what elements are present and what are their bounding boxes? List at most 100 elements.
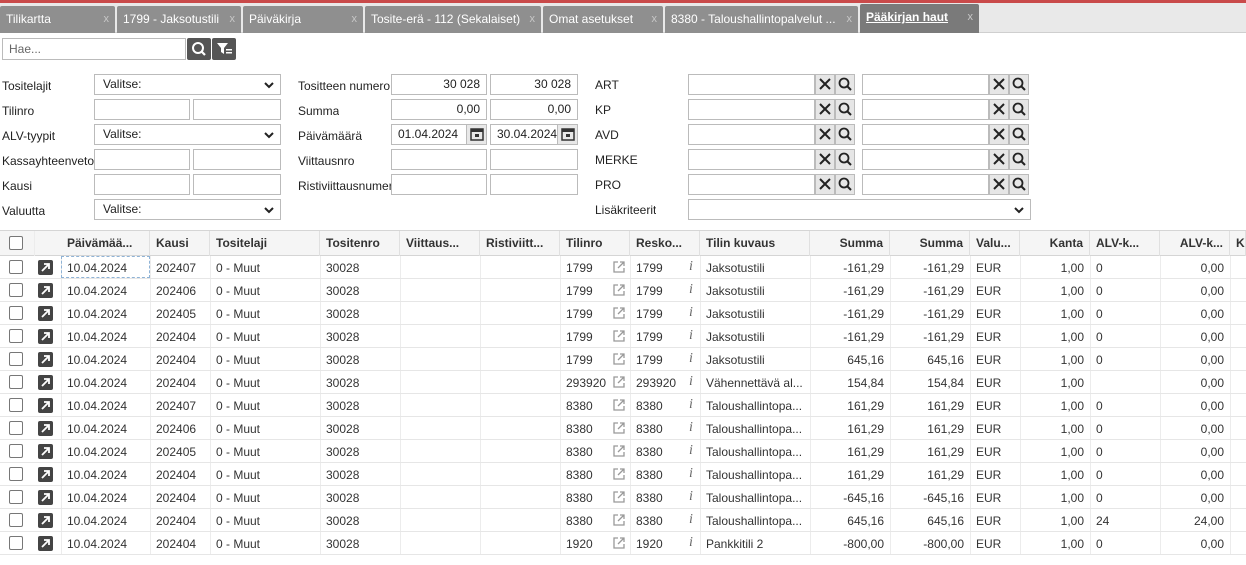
row-checkbox[interactable] [9,260,23,274]
art-from-lookup-button[interactable] [835,74,855,95]
external-link-icon[interactable] [612,375,626,389]
external-link-icon[interactable] [612,444,626,458]
external-link-icon[interactable] [612,260,626,274]
open-row-button[interactable] [38,398,53,413]
pro-to-lookup-button[interactable] [1009,174,1029,195]
col-tositelaji-header[interactable]: Tositelaji [210,231,320,256]
tilinro-from-input[interactable] [94,99,190,120]
info-icon[interactable]: i [689,489,693,505]
open-row-button[interactable] [38,421,53,436]
col-valuutta-header[interactable]: Valu... [970,231,1020,256]
art-from-clear-button[interactable] [815,74,835,95]
merke-to-clear-button[interactable] [989,149,1009,170]
info-icon[interactable]: i [689,443,693,459]
row-checkbox[interactable] [9,536,23,550]
avd-from-lookup-button[interactable] [835,124,855,145]
open-row-button[interactable] [38,329,53,344]
kp-from-input[interactable] [688,99,815,120]
table-row[interactable]: 10.04.2024 202406 0 - Muut 30028 8380 8380 Tal… [0,417,1246,440]
select-all-checkbox[interactable] [9,236,23,250]
kp-from-clear-button[interactable] [815,99,835,120]
open-row-button[interactable] [38,536,53,551]
avd-to-clear-button[interactable] [989,124,1009,145]
table-row[interactable]: 10.04.2024 202405 0 - Muut 30028 8380 8380 Tal… [0,440,1246,463]
row-checkbox[interactable] [9,421,23,435]
pro-to-clear-button[interactable] [989,174,1009,195]
info-icon[interactable]: i [689,259,693,275]
external-link-icon[interactable] [612,467,626,481]
kp-to-clear-button[interactable] [989,99,1009,120]
open-row-button[interactable] [38,352,53,367]
pro-to-input[interactable] [862,174,989,195]
info-icon[interactable]: i [689,351,693,367]
kassayhteenveto-to-input[interactable] [193,149,281,170]
tositteen-numero-to-input[interactable]: 30 028 [490,74,578,95]
paivamaara-from-input[interactable]: 01.04.2024 [391,124,487,145]
row-checkbox[interactable] [9,375,23,389]
row-checkbox[interactable] [9,283,23,297]
art-to-clear-button[interactable] [989,74,1009,95]
art-to-lookup-button[interactable] [1009,74,1029,95]
merke-to-lookup-button[interactable] [1009,149,1029,170]
open-row-button[interactable] [38,306,53,321]
info-icon[interactable]: i [689,420,693,436]
ristiviittausnumero-from-input[interactable] [391,174,487,195]
col-tositenro-header[interactable]: Tositenro [320,231,400,256]
art-from-input[interactable] [688,74,815,95]
open-row-button[interactable] [38,444,53,459]
row-checkbox[interactable] [9,467,23,481]
filter-button[interactable] [212,38,236,60]
table-row[interactable]: 10.04.2024 202407 0 - Muut 30028 1799 1799 Jak… [0,256,1246,279]
kausi-to-input[interactable] [193,174,281,195]
col-resko-header[interactable]: Resko... [630,231,700,256]
ristiviittausnumero-to-input[interactable] [490,174,578,195]
external-link-icon[interactable] [612,490,626,504]
info-icon[interactable]: i [689,305,693,321]
col-viittaus-header[interactable]: Viittaus... [400,231,480,256]
search-button[interactable] [187,38,211,60]
external-link-icon[interactable] [612,306,626,320]
row-checkbox[interactable] [9,329,23,343]
tab-close-icon[interactable]: x [104,6,110,33]
external-link-icon[interactable] [612,513,626,527]
tab-jaksotustili[interactable]: 1799 - Jaksotustili x [117,6,241,33]
external-link-icon[interactable] [612,398,626,412]
table-row[interactable]: 10.04.2024 202404 0 - Muut 30028 8380 8380 Tal… [0,486,1246,509]
tab-close-icon[interactable]: x [652,6,658,33]
kp-to-lookup-button[interactable] [1009,99,1029,120]
tilinro-to-input[interactable] [193,99,281,120]
info-icon[interactable]: i [689,466,693,482]
col-alv-koodi-header[interactable]: ALV-k... [1090,231,1160,256]
merke-from-lookup-button[interactable] [835,149,855,170]
col-summa-2-header[interactable]: Summa [890,231,970,256]
avd-from-clear-button[interactable] [815,124,835,145]
col-alv-kanta-header[interactable]: ALV-k... [1160,231,1230,256]
open-row-button[interactable] [38,467,53,482]
table-row[interactable]: 10.04.2024 202404 0 - Muut 30028 293920 29392… [0,371,1246,394]
tab-omat-asetukset[interactable]: Omat asetukset x [543,6,663,33]
merke-from-input[interactable] [688,149,815,170]
summa-to-input[interactable]: 0,00 [490,99,578,120]
table-row[interactable]: 10.04.2024 202404 0 - Muut 30028 8380 8380 Tal… [0,509,1246,532]
open-row-button[interactable] [38,490,53,505]
tab-close-icon[interactable]: x [530,6,536,33]
calendar-button[interactable] [557,125,577,144]
open-row-button[interactable] [38,513,53,528]
valuutta-select[interactable]: Valitse: [94,199,281,220]
kausi-from-input[interactable] [94,174,190,195]
info-icon[interactable]: i [689,328,693,344]
external-link-icon[interactable] [612,283,626,297]
col-tilinro-header[interactable]: Tilinro [560,231,630,256]
tositteen-numero-from-input[interactable]: 30 028 [391,74,487,95]
info-icon[interactable]: i [689,512,693,528]
pro-from-lookup-button[interactable] [835,174,855,195]
pro-from-clear-button[interactable] [815,174,835,195]
external-link-icon[interactable] [612,352,626,366]
avd-from-input[interactable] [688,124,815,145]
open-row-button[interactable] [38,375,53,390]
col-summa-header[interactable]: Summa [810,231,890,256]
tab-tilikartta[interactable]: Tilikartta x [0,6,115,33]
kp-to-input[interactable] [862,99,989,120]
table-row[interactable]: 10.04.2024 202405 0 - Muut 30028 1799 1799 Jak… [0,302,1246,325]
tab-paivakirja[interactable]: Päiväkirja x [243,6,363,33]
